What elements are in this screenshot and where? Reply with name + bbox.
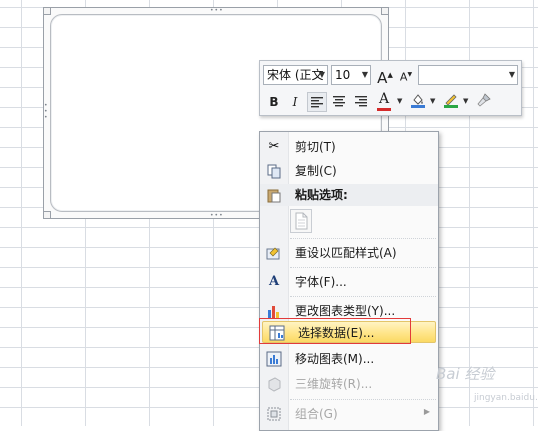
align-center-icon [333,96,345,107]
paste-icon [266,187,282,203]
chevron-down-icon[interactable]: ▼ [463,97,468,105]
resize-handle-top-left[interactable] [43,7,51,15]
menu-item-move-chart[interactable]: 移动图表(M)... [260,348,438,370]
chart-type-icon [266,303,282,319]
menu-item-label: 剪切(T) [295,140,336,154]
format-painter-button[interactable] [474,91,494,111]
pen-icon [444,94,458,108]
reset-style-icon [266,245,282,261]
paste-keep-format-icon [295,212,308,230]
bold-icon: B [269,95,279,109]
align-right-button[interactable] [351,92,371,112]
menu-item-group[interactable]: 组合(G) ▶ [260,403,438,425]
menu-item-label: 更改图表类型(Y)... [295,304,396,318]
grow-font-button[interactable]: A▲ [375,65,395,87]
font-color-swatch [377,108,391,111]
chevron-down-icon[interactable]: ▼ [509,66,515,84]
align-left-button[interactable] [307,92,327,112]
resize-handle-top-right[interactable] [381,7,389,15]
menu-item-label: 字体(F)... [295,275,347,289]
menu-item-label: 复制(C) [295,164,337,178]
menu-item-copy[interactable]: 复制(C) [260,160,438,182]
line-color-button[interactable] [441,91,461,111]
chevron-down-icon[interactable]: ▼ [362,66,368,84]
mini-toolbar: 宋体 (正文 ▼ 10 ▼ A▲ A▼ ▼ B I A ▼ ▼ ▼ [259,60,522,116]
style-combo[interactable]: ▼ [418,65,518,85]
menu-item-3d-rotation[interactable]: 三维旋转(R)... [260,373,438,395]
font-color-icon: A [378,91,390,107]
watermark-url: jingyan.baidu.com [474,393,538,403]
chevron-down-icon[interactable]: ▼ [319,66,325,84]
menu-separator [290,238,436,239]
chevron-down-icon[interactable]: ▼ [430,97,435,105]
menu-item-label: 移动图表(M)... [295,352,375,366]
align-left-icon [311,97,323,108]
resize-handle-bottom-left[interactable] [43,211,51,219]
bold-button[interactable]: B [264,92,284,112]
resize-handle-left[interactable]: • • • [44,103,50,121]
font-size-combo[interactable]: 10 ▼ [331,65,371,85]
copy-icon [266,163,282,179]
menu-item-label: 组合(G) [295,407,338,421]
resize-handle-top[interactable]: ••• [210,8,224,14]
font-size-value: 10 [335,68,351,82]
3d-rotate-icon [266,376,282,392]
watermark-logo: Bai 经验 [436,365,495,383]
font-icon: A [268,274,280,289]
move-chart-icon [266,351,282,367]
paint-bucket-icon [411,94,425,108]
brush-icon [477,93,491,107]
italic-button[interactable]: I [285,92,305,112]
font-name-combo[interactable]: 宋体 (正文 ▼ [263,65,328,85]
menu-item-font[interactable]: A 字体(F)... [260,271,438,293]
font-name-value: 宋体 (正文 [267,68,324,82]
align-center-button[interactable] [329,92,349,112]
scissors-icon: ✂ [268,139,280,154]
context-menu: ✂ 剪切(T) 复制(C) 粘贴选项: 重设以匹配样式(A) A 字体(F)..… [259,131,439,431]
menu-item-label: 重设以匹配样式(A) [295,246,397,260]
menu-item-label: 粘贴选项: [295,188,348,202]
grow-font-icon: A [377,69,388,87]
menu-item-cut[interactable]: ✂ 剪切(T) [260,136,438,158]
menu-separator [290,267,436,268]
group-icon [266,406,282,422]
paste-option-button[interactable] [290,209,312,233]
shrink-font-button[interactable]: A▼ [396,65,416,85]
menu-item-paste-options: 粘贴选项: [260,184,438,206]
submenu-arrow-icon: ▶ [423,407,430,416]
menu-separator [290,399,436,400]
menu-item-label: 三维旋转(R)... [295,377,373,391]
menu-separator [290,296,436,297]
fill-color-button[interactable] [408,91,428,111]
italic-icon: I [292,95,298,109]
font-color-button[interactable]: A [374,91,394,111]
chevron-down-icon[interactable]: ▼ [397,97,402,105]
resize-handle-bottom[interactable]: ••• [210,213,224,219]
annotation-highlight-box [259,318,411,344]
align-right-icon [355,96,367,107]
menu-item-reset-style[interactable]: 重设以匹配样式(A) [260,242,438,264]
